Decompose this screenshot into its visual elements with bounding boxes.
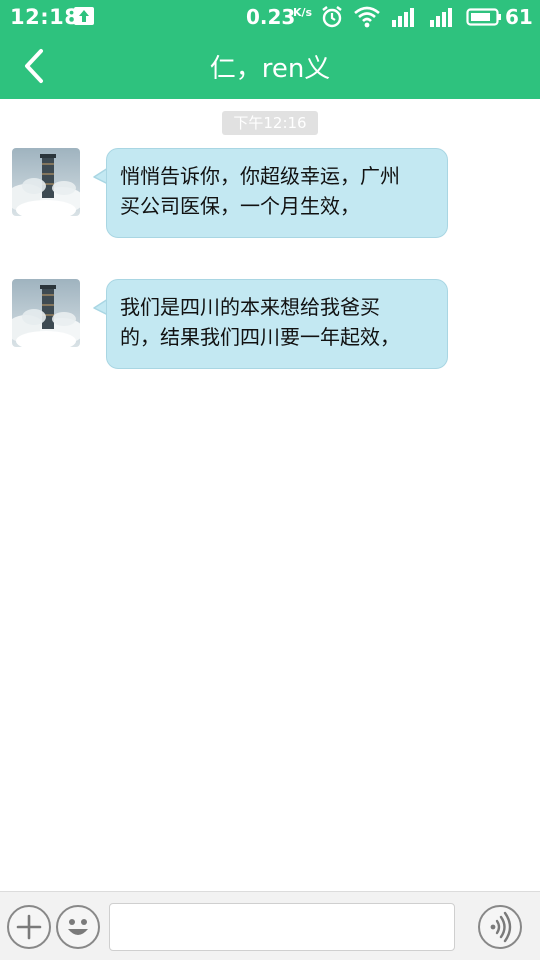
message-item: 悄悄告诉你，你超级幸运，广州 买公司医保，一个月生效，: [0, 148, 540, 240]
message-input[interactable]: [109, 903, 455, 951]
message-list[interactable]: 下午12:16 悄悄告诉你，你超级幸运，广州 买公司医保，一个月生效， 我们是四…: [0, 99, 540, 891]
message-line: 我们是四川的本来想给我爸买: [120, 295, 380, 319]
message-bubble[interactable]: 悄悄告诉你，你超级幸运，广州 买公司医保，一个月生效，: [106, 148, 448, 238]
net-speed: 0.23: [246, 5, 296, 29]
message-bubble[interactable]: 我们是四川的本来想给我爸买 的，结果我们四川要一年起效，: [106, 279, 448, 369]
signal-icon: [428, 6, 454, 32]
emoji-button[interactable]: [56, 905, 100, 949]
message-line: 的，结果我们四川要一年起效，: [120, 325, 400, 349]
message-line: 买公司医保，一个月生效，: [120, 194, 360, 218]
avatar[interactable]: [12, 148, 80, 216]
top-bar: 12:18 0.23 K/s 61 仁，ren义: [0, 0, 540, 99]
status-bar: 12:18 0.23 K/s 61: [0, 0, 540, 34]
message-line: 悄悄告诉你，你超级幸运，广州: [120, 164, 400, 188]
message-item: 我们是四川的本来想给我爸买 的，结果我们四川要一年起效，: [0, 279, 540, 371]
chat-title: 仁，ren义: [209, 54, 331, 84]
more-button[interactable]: [7, 905, 51, 949]
wifi-icon: [353, 5, 381, 33]
net-speed-unit: K/s: [293, 6, 313, 19]
input-bar: [0, 891, 540, 960]
battery-level: 61: [505, 5, 533, 29]
plus-icon: [16, 914, 42, 940]
smiley-icon: [68, 919, 88, 935]
title-bar: 仁，ren义: [0, 34, 540, 99]
voice-button[interactable]: [478, 905, 522, 949]
status-time: 12:18: [10, 5, 80, 29]
avatar[interactable]: [12, 279, 80, 347]
chat-screen: 12:18 0.23 K/s 61 仁，ren义 下午12:16 悄悄告诉你，你…: [0, 0, 540, 960]
upload-icon: [74, 7, 94, 25]
signal-icon: [390, 6, 416, 32]
battery-icon: [466, 8, 502, 30]
message-timestamp: 下午12:16: [222, 111, 318, 135]
alarm-icon: [320, 5, 344, 33]
voice-icon: [490, 911, 512, 943]
